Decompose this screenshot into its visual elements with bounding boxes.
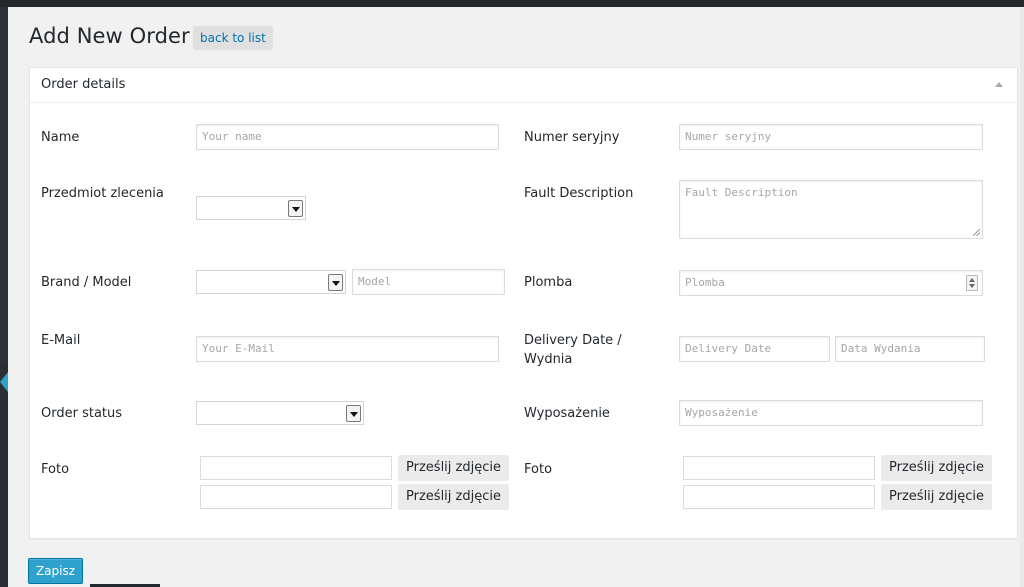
- delivery-date-input[interactable]: Delivery Date: [679, 336, 830, 362]
- email-label: E-Mail: [41, 333, 81, 348]
- save-button[interactable]: Zapisz: [28, 558, 83, 584]
- order-status-label: Order status: [41, 406, 123, 421]
- foto-label-left: Foto: [41, 462, 70, 477]
- box-header[interactable]: Order details: [30, 68, 1017, 103]
- serial-number-label: Numer seryjny: [524, 130, 620, 145]
- foto-label-right: Foto: [524, 462, 553, 477]
- brand-select[interactable]: [196, 270, 346, 294]
- name-input[interactable]: Your name: [196, 124, 499, 150]
- seal-number-input[interactable]: Plomba: [679, 270, 983, 296]
- fault-description-placeholder: Fault Description: [685, 186, 798, 199]
- foto-file-input-4[interactable]: [683, 485, 875, 509]
- right-edge: [1020, 7, 1024, 587]
- triangle-up-icon[interactable]: [995, 82, 1003, 87]
- upload-photo-button[interactable]: Prześlij zdjęcie: [398, 484, 509, 510]
- spinner-arrows-icon[interactable]: [966, 275, 978, 291]
- delivery-date-label-line1: Delivery Date /: [524, 333, 622, 348]
- upload-photo-button[interactable]: Prześlij zdjęcie: [881, 484, 992, 510]
- upload-photo-button[interactable]: Prześlij zdjęcie: [398, 455, 509, 481]
- seal-placeholder: Plomba: [685, 276, 725, 289]
- equipment-label: Wyposażenie: [524, 406, 610, 421]
- order-details-box: Order details Name Your name Przedmiot z…: [29, 67, 1018, 539]
- delivery-date-label-line2: Wydnia: [524, 352, 573, 367]
- subject-label: Przedmiot zlecenia: [41, 186, 164, 201]
- seal-label: Plomba: [524, 275, 573, 290]
- chevron-down-icon: [346, 405, 361, 422]
- foto-file-input-2[interactable]: [200, 485, 392, 509]
- chevron-down-icon: [288, 200, 303, 217]
- admin-sidebar: [0, 7, 8, 587]
- page-title: Add New Order: [29, 24, 190, 48]
- brand-model-label: Brand / Model: [41, 275, 132, 290]
- admin-bar: [0, 0, 1024, 7]
- serial-number-input[interactable]: Numer seryjny: [679, 124, 983, 150]
- name-label: Name: [41, 130, 80, 145]
- issue-date-input[interactable]: Data Wydania: [835, 336, 985, 362]
- model-input[interactable]: Model: [352, 269, 505, 295]
- box-title: Order details: [41, 77, 126, 92]
- foto-file-input-1[interactable]: [200, 456, 392, 480]
- upload-photo-button[interactable]: Prześlij zdjęcie: [881, 455, 992, 481]
- chevron-down-icon: [328, 274, 343, 291]
- subject-select[interactable]: [196, 196, 306, 220]
- equipment-input[interactable]: Wyposażenie: [679, 400, 983, 426]
- collapse-menu-icon[interactable]: [0, 372, 8, 392]
- order-status-select[interactable]: [196, 401, 364, 425]
- email-input[interactable]: Your E-Mail: [196, 336, 499, 362]
- fault-description-label: Fault Description: [524, 186, 634, 201]
- back-to-list-button[interactable]: back to list: [193, 26, 273, 50]
- fault-description-textarea[interactable]: Fault Description: [679, 180, 983, 239]
- foto-file-input-3[interactable]: [683, 456, 875, 480]
- resize-grip-icon[interactable]: [973, 229, 980, 236]
